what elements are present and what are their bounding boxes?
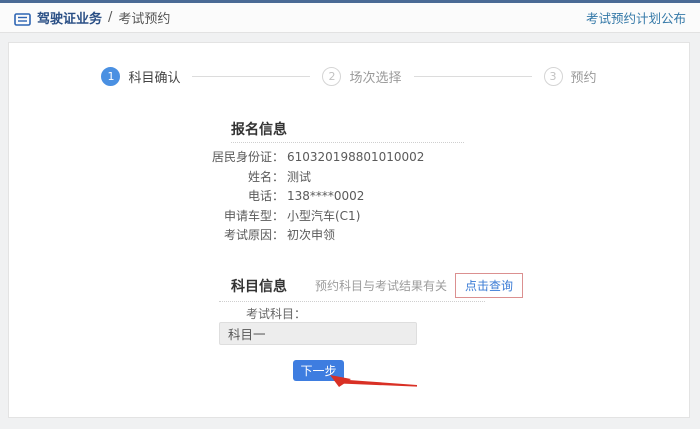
step-2-badge: 2 [322,67,342,86]
registration-fields: 居民身份证： 610320198801010002 姓名： 测试 电话： 138… [159,147,579,245]
exam-subject-label: 考试科目： [246,307,307,321]
registration-section-title: 报名信息 [231,122,287,138]
step-3-label: 预约 [570,71,597,86]
section-divider [231,142,464,143]
main-panel: 1 科目确认 2 场次选择 3 预约 报名信息 居民身份证： 610320198… [8,42,690,418]
breadcrumb-current: 考试预约 [118,12,171,27]
exam-plan-link[interactable]: 考试预约计划公布 [586,8,686,27]
subject-section-title: 科目信息 [231,278,287,295]
field-value: 测试 [287,169,312,184]
step-3-badge: 3 [543,67,563,86]
field-label: 居民身份证： [211,150,284,165]
step-connector [413,76,532,77]
form-list-icon [14,11,31,26]
step-2-label: 场次选择 [349,71,402,86]
field-value: 138****0002 [287,188,365,203]
breadcrumb: 驾驶证业务 / 考试预约 [14,8,170,27]
breadcrumb-section[interactable]: 驾驶证业务 [37,8,102,27]
step-1-badge: 1 [101,67,121,86]
field-value: 610320198801010002 [287,149,425,164]
breadcrumb-separator: / [108,10,113,25]
field-row-name: 姓名： 测试 [159,167,579,187]
field-label: 姓名： [247,169,284,184]
field-label: 申请车型： [223,208,284,223]
field-row-vehicle-type: 申请车型： 小型汽车(C1) [159,206,579,226]
header-bar: 驾驶证业务 / 考试预约 考试预约计划公布 [0,0,700,33]
step-connector [192,76,311,77]
step-session-select: 2 场次选择 [322,67,402,86]
subject-note: 预约科目与考试结果有关 [315,279,448,293]
section-divider [219,301,485,302]
field-row-id-card: 居民身份证： 610320198801010002 [159,147,579,167]
field-value: 小型汽车(C1) [287,208,361,223]
field-label: 考试原因： [223,228,284,243]
step-reserve: 3 预约 [543,67,597,86]
step-1-label: 科目确认 [128,71,181,86]
field-row-exam-reason: 考试原因： 初次申领 [159,225,579,245]
field-label: 电话： [247,189,284,204]
exam-subject-input[interactable] [219,322,417,345]
step-subject-confirm: 1 科目确认 [101,67,180,86]
field-value: 初次申领 [287,228,336,243]
subject-section-header: 科目信息 预约科目与考试结果有关 点击查询 [231,273,661,298]
next-step-button[interactable]: 下一步 [293,360,344,381]
field-row-phone: 电话： 138****0002 [159,186,579,206]
query-result-link[interactable]: 点击查询 [455,273,524,298]
step-wizard: 1 科目确认 2 场次选择 3 预约 [9,67,689,86]
